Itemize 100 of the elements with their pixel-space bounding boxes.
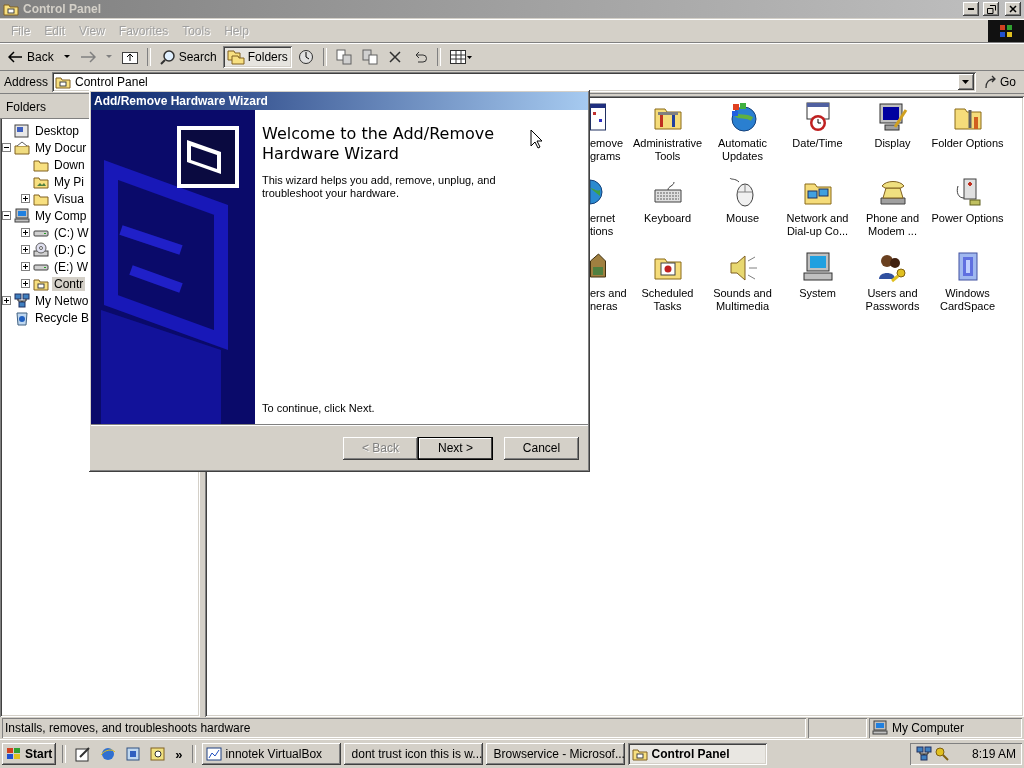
program-window-icon (590, 101, 606, 133)
dropdown-button[interactable] (958, 74, 974, 90)
restore-button[interactable] (983, 2, 999, 16)
control-panel-item[interactable]: Folder Options (930, 101, 1005, 176)
recycle-bin-icon (14, 309, 30, 326)
caret-icon (962, 80, 970, 84)
pages-icon (361, 49, 378, 65)
tree-item[interactable]: (D:) C (52, 242, 88, 257)
windows-logo (998, 23, 1014, 39)
tree-item[interactable]: My Comp (33, 208, 89, 223)
restore-icon (986, 4, 996, 14)
folders-button[interactable]: Folders (222, 46, 292, 68)
wizard-instruction: To continue, click Next. (262, 402, 376, 414)
computer-icon (14, 207, 30, 224)
go-button[interactable]: Go (980, 72, 1020, 92)
desktop-icon (14, 122, 30, 139)
control-panel-item[interactable]: ers and neras (590, 251, 630, 326)
control-panel-item[interactable]: Automatic Updates (705, 101, 780, 176)
window-icon (125, 746, 142, 762)
minimize-button[interactable] (963, 2, 979, 16)
wizard-description: This wizard helps you add, remove, unplug, and troubleshoot your hardware. (262, 174, 497, 200)
collapse-icon[interactable] (2, 143, 11, 152)
taskbar-button[interactable]: Control Panel (627, 743, 767, 765)
control-panel-item[interactable]: Windows CardSpace (930, 251, 1005, 326)
expand-icon[interactable] (2, 296, 11, 305)
status-text: Installs, removes, and troubleshoots hardware (5, 721, 251, 735)
cd-drive-icon (33, 241, 49, 258)
zone-label: My Computer (892, 721, 965, 735)
tree-item[interactable]: Visua (52, 191, 86, 206)
delete-icon (387, 50, 402, 64)
expand-icon[interactable] (21, 245, 30, 254)
back-arrow-icon (8, 51, 24, 63)
caret-icon (63, 55, 70, 59)
control-panel-item[interactable]: Display (855, 101, 930, 176)
close-icon (1009, 5, 1017, 13)
globe-icon (590, 176, 606, 208)
clock-icon (297, 49, 314, 65)
start-button[interactable]: Start (2, 743, 57, 765)
caret-icon (105, 55, 112, 59)
tree-item[interactable]: My Netwo (33, 293, 91, 308)
address-label: Address (4, 75, 49, 89)
close-button[interactable] (1005, 2, 1021, 16)
search-icon (159, 49, 176, 65)
go-arrow-icon (984, 75, 998, 89)
taskbar-button[interactable]: Browservice - Microsof... (485, 743, 625, 765)
tree-item[interactable]: Desktop (33, 123, 82, 138)
tree-item[interactable]: Recycle B (33, 310, 92, 325)
control-panel-item[interactable]: Scheduled Tasks (630, 251, 705, 326)
dialog-button[interactable]: Next > (418, 436, 493, 460)
control-panel-folder-icon (631, 746, 648, 762)
folder-icon (150, 746, 167, 762)
control-panel-item[interactable]: Power Options (930, 176, 1005, 251)
control-panel-item[interactable]: Administrative Tools (630, 101, 705, 176)
tree-item[interactable]: Contr (52, 276, 86, 291)
folders-icon (226, 49, 245, 65)
expand-icon[interactable] (21, 228, 30, 237)
back-button[interactable]: Back (4, 46, 58, 68)
control-panel-item[interactable]: System (780, 251, 855, 326)
monitor-icon (876, 101, 909, 133)
expand-icon[interactable] (21, 262, 30, 271)
browser-icon (100, 746, 117, 762)
control-panel-folder-icon (3, 1, 19, 17)
tree-item[interactable]: My Docur (33, 140, 89, 155)
search-button[interactable]: Search (155, 46, 221, 68)
computer-icon (872, 720, 888, 736)
control-panel-item[interactable]: Users and Passwords (855, 251, 930, 326)
computer-icon (801, 251, 834, 283)
control-panel-item[interactable]: emove grams (590, 101, 630, 176)
control-panel-item[interactable]: Sounds and Multimedia (705, 251, 780, 326)
desktop-icon (75, 746, 92, 762)
status-pane (808, 718, 867, 738)
control-panel-item[interactable]: Date/Time (780, 101, 855, 176)
taskbar-button[interactable]: innotek VirtualBox (201, 743, 341, 765)
wizard-heading: Welcome to the Add/Remove Hardware Wizard (262, 124, 496, 164)
taskbar-button[interactable]: dont trust icon this is w... (343, 743, 483, 765)
clock: 8:19 AM (971, 747, 1016, 761)
tree-item[interactable]: My Pi (52, 174, 86, 189)
expand-icon[interactable] (21, 279, 30, 288)
collapse-icon[interactable] (2, 211, 11, 220)
windows-logo (6, 747, 22, 761)
expand-icon[interactable] (21, 194, 30, 203)
cursor-icon (530, 129, 543, 149)
pages-icon (335, 49, 352, 65)
control-panel-item[interactable]: Keyboard (630, 176, 705, 251)
more-button[interactable]: » (172, 746, 186, 762)
tree-item[interactable]: (E:) W (52, 259, 90, 274)
tree-item[interactable]: Down (52, 157, 87, 172)
chart-window-icon (205, 746, 222, 762)
views-icon (449, 50, 472, 64)
network-icon (916, 746, 932, 762)
control-panel-folder-icon (55, 74, 72, 90)
documents-folder-icon (14, 139, 30, 156)
control-panel-item[interactable]: Network and Dial-up Co... (780, 176, 855, 251)
minimize-icon (968, 8, 974, 10)
control-panel-item[interactable]: Phone and Modem ... (855, 176, 930, 251)
control-panel-item[interactable]: Mouse (705, 176, 780, 251)
tree-item[interactable]: (C:) W (52, 225, 91, 240)
control-panel-item[interactable]: ernet tions (590, 176, 630, 251)
address-field[interactable]: Control Panel (52, 72, 976, 92)
dialog-button[interactable]: Cancel (504, 436, 579, 460)
